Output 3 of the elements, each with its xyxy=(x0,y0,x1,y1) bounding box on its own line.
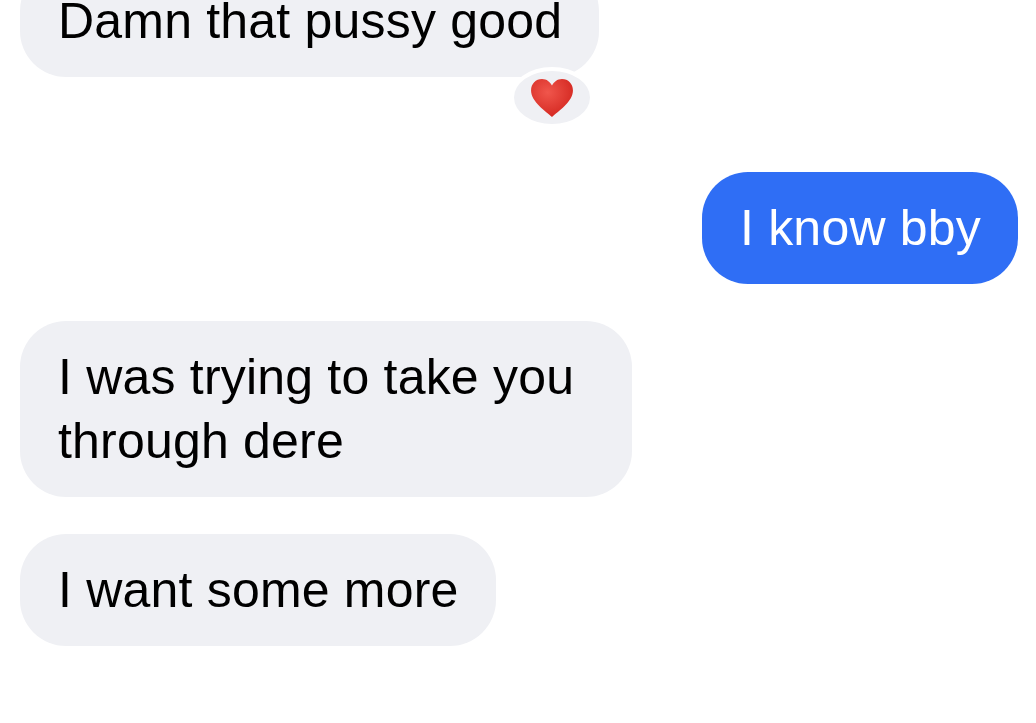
message-bubble: I want some more xyxy=(20,534,496,646)
message-bubble: I know bby xyxy=(702,172,1018,284)
message-bubble: I was trying to take you through dere xyxy=(20,321,632,497)
